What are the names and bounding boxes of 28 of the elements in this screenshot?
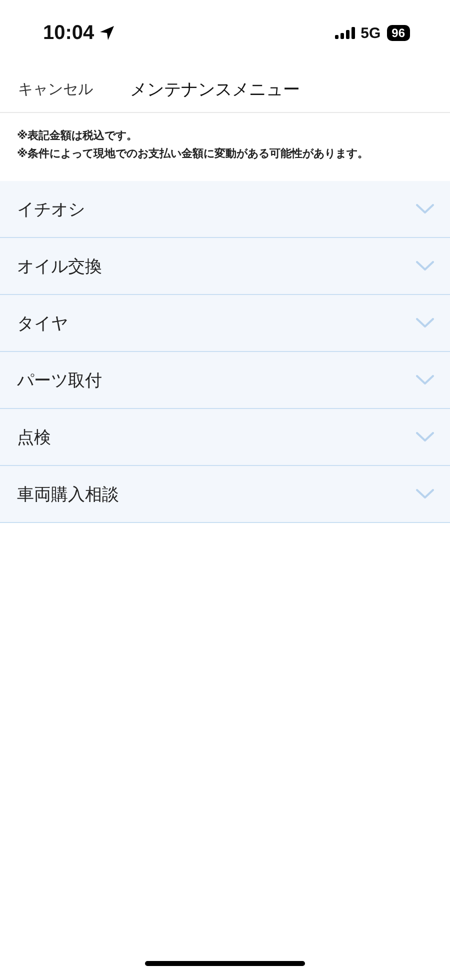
clock-time: 10:04 bbox=[43, 22, 94, 44]
menu-row[interactable]: オイル交換 bbox=[0, 238, 450, 295]
menu-label: パーツ取付 bbox=[17, 370, 103, 392]
menu-row[interactable]: 車両購入相談 bbox=[0, 466, 450, 523]
menu-label: イチオシ bbox=[17, 198, 86, 220]
note-text: ※表記金額は税込です。 bbox=[17, 128, 139, 144]
battery-level: 96 bbox=[386, 25, 410, 41]
menu-label: 車両購入相談 bbox=[17, 484, 120, 506]
menu-label: タイヤ bbox=[17, 312, 69, 334]
menu-row[interactable]: タイヤ bbox=[0, 295, 450, 352]
cancel-button[interactable]: キャンセル bbox=[18, 80, 93, 98]
chevron-down-icon bbox=[416, 489, 434, 499]
chevron-down-icon bbox=[416, 204, 434, 214]
network-label: 5G bbox=[360, 24, 381, 42]
menu-row[interactable]: パーツ取付 bbox=[0, 352, 450, 409]
signal-icon bbox=[334, 27, 355, 39]
home-indicator[interactable] bbox=[145, 961, 305, 966]
note-text: ※条件によって現地でのお支払い金額に変動がある可能性があります。 bbox=[17, 146, 370, 162]
screen-title: メンテナンスメニュー bbox=[130, 78, 300, 100]
menu-label: 点検 bbox=[17, 426, 52, 448]
menu-row[interactable]: 点検 bbox=[0, 409, 450, 466]
menu-row[interactable]: イチオシ bbox=[0, 181, 450, 238]
chevron-down-icon bbox=[416, 261, 434, 271]
menu-label: オイル交換 bbox=[17, 256, 103, 278]
chevron-down-icon bbox=[416, 375, 434, 385]
chevron-down-icon bbox=[416, 432, 434, 442]
location-arrow-icon bbox=[99, 25, 116, 41]
chevron-down-icon bbox=[416, 318, 434, 328]
